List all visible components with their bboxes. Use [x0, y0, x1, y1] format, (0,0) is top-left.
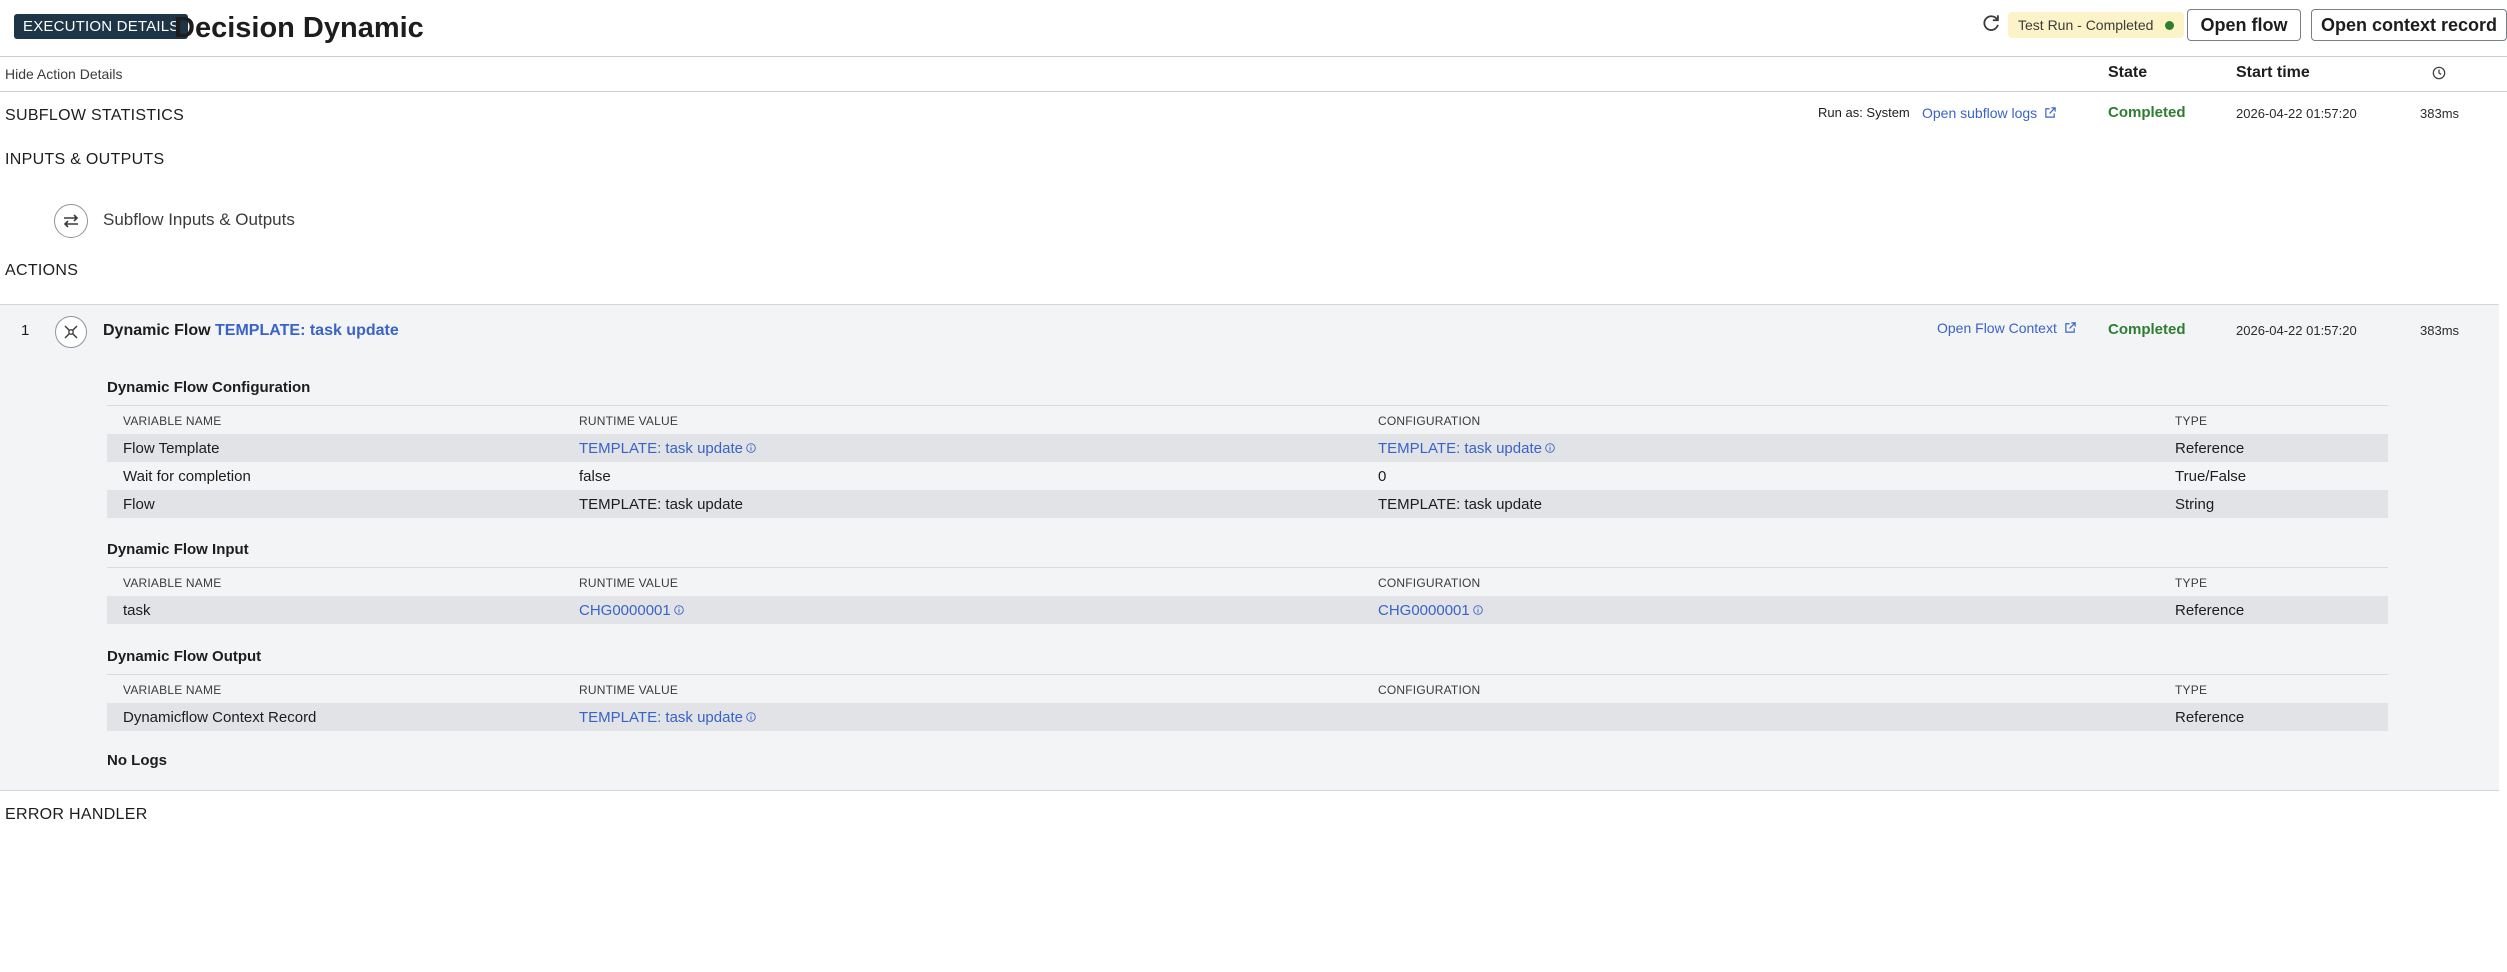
- type-header: TYPE: [2175, 683, 2208, 697]
- clock-icon: [2432, 66, 2446, 80]
- variable-name: Flow: [123, 496, 155, 513]
- table-header: VARIABLE NAME RUNTIME VALUE CONFIGURATIO…: [107, 674, 2388, 703]
- variable-name: Dynamicflow Context Record: [123, 709, 317, 726]
- info-icon[interactable]: [746, 712, 756, 722]
- runtime-value: CHG0000001: [579, 602, 684, 619]
- external-link-icon: [2064, 322, 2076, 333]
- page-title: Decision Dynamic: [174, 12, 424, 44]
- type-value: Reference: [2175, 602, 2245, 619]
- swap-arrows-icon[interactable]: [54, 204, 88, 238]
- execution-details-badge: EXECUTION DETAILS: [14, 14, 189, 39]
- open-subflow-logs-link[interactable]: Open subflow logs: [1922, 105, 2057, 121]
- start-time-column-header: Start time: [2236, 64, 2310, 81]
- error-handler-heading: ERROR HANDLER: [5, 806, 148, 823]
- variable-name: task: [123, 602, 151, 619]
- dynamic-flow-icon: [55, 316, 87, 348]
- configuration-header: CONFIGURATION: [1378, 576, 1481, 590]
- column-header-bar: Hide Action Details State Start time: [0, 57, 2507, 92]
- status-text: Test Run - Completed: [2018, 17, 2154, 33]
- open-flow-button[interactable]: Open flow: [2187, 9, 2301, 41]
- info-icon[interactable]: [746, 443, 756, 453]
- action-title-prefix: Dynamic Flow: [103, 322, 211, 339]
- variable-name: Flow Template: [123, 440, 220, 457]
- action-start-time: 2026-04-22 01:57:20: [2236, 323, 2357, 338]
- info-icon[interactable]: [1545, 443, 1555, 453]
- table-header: VARIABLE NAME RUNTIME VALUE CONFIGURATIO…: [107, 405, 2388, 434]
- swap-arrows-glyph: [63, 214, 79, 228]
- info-icon[interactable]: [1472, 605, 1483, 615]
- dynamic-flow-input-title: Dynamic Flow Input: [107, 541, 249, 558]
- output-table: VARIABLE NAME RUNTIME VALUE CONFIGURATIO…: [107, 674, 2388, 731]
- action-state: Completed: [2108, 321, 2186, 338]
- status-badge: Test Run - Completed: [2008, 12, 2185, 38]
- table-row: Wait for completion false 0 True/False: [107, 462, 2388, 490]
- table-row: task CHG0000001 CHG0000001 Reference: [107, 596, 2388, 624]
- external-link-icon: [2045, 107, 2056, 118]
- runtime-value-header: RUNTIME VALUE: [579, 414, 679, 428]
- subflow-state: Completed: [2108, 104, 2186, 121]
- runtime-value-link[interactable]: TEMPLATE: task update: [579, 709, 743, 726]
- configuration-value: TEMPLATE: task update: [1378, 440, 1555, 457]
- runtime-value-link[interactable]: TEMPLATE: task update: [579, 440, 743, 457]
- actions-heading: ACTIONS: [5, 262, 79, 279]
- type-value: String: [2175, 496, 2215, 513]
- table-row: Flow TEMPLATE: task update TEMPLATE: tas…: [107, 490, 2388, 518]
- runtime-value-link[interactable]: CHG0000001: [579, 602, 671, 619]
- refresh-icon[interactable]: [1980, 12, 2002, 34]
- state-column-header: State: [2108, 64, 2148, 81]
- table-header: VARIABLE NAME RUNTIME VALUE CONFIGURATIO…: [107, 567, 2388, 596]
- open-subflow-logs-label: Open subflow logs: [1922, 105, 2038, 121]
- variable-name-header: VARIABLE NAME: [123, 683, 222, 697]
- type-header: TYPE: [2175, 414, 2208, 428]
- open-flow-context-link[interactable]: Open Flow Context: [1937, 320, 2077, 336]
- table-row: Flow Template TEMPLATE: task update TEMP…: [107, 434, 2388, 462]
- action-title: Dynamic Flow TEMPLATE: task update: [103, 322, 399, 340]
- hide-action-details-link[interactable]: Hide Action Details: [5, 66, 123, 82]
- subflow-duration: 383ms: [2420, 106, 2460, 121]
- action-template-link[interactable]: TEMPLATE: task update: [215, 322, 399, 339]
- no-logs-label: No Logs: [107, 752, 167, 769]
- open-context-record-button[interactable]: Open context record: [2311, 9, 2507, 41]
- subflow-start-time: 2026-04-22 01:57:20: [2236, 106, 2357, 121]
- type-header: TYPE: [2175, 576, 2208, 590]
- runtime-value: TEMPLATE: task update: [579, 440, 756, 457]
- input-table: VARIABLE NAME RUNTIME VALUE CONFIGURATIO…: [107, 567, 2388, 624]
- configuration-value-link[interactable]: CHG0000001: [1378, 602, 1470, 619]
- runtime-value: TEMPLATE: task update: [579, 709, 756, 726]
- configuration-value: TEMPLATE: task update: [1378, 496, 1542, 513]
- variable-name-header: VARIABLE NAME: [123, 414, 222, 428]
- action-duration: 383ms: [2420, 323, 2460, 338]
- table-row: Dynamicflow Context Record TEMPLATE: tas…: [107, 703, 2388, 731]
- configuration-value-link[interactable]: TEMPLATE: task update: [1378, 440, 1542, 457]
- run-as-label: Run as: System: [1818, 105, 1910, 120]
- action-number: 1: [21, 322, 30, 339]
- dynamic-flow-configuration-title: Dynamic Flow Configuration: [107, 379, 311, 396]
- dynamic-flow-glyph: [64, 325, 78, 339]
- subflow-statistics-heading: SUBFLOW STATISTICS: [5, 107, 185, 124]
- runtime-value-header: RUNTIME VALUE: [579, 683, 679, 697]
- subflow-inputs-outputs-item[interactable]: Subflow Inputs & Outputs: [103, 210, 295, 230]
- runtime-value-header: RUNTIME VALUE: [579, 576, 679, 590]
- status-dot-icon: [2165, 20, 2175, 30]
- header: EXECUTION DETAILS Decision Dynamic Test …: [0, 0, 2507, 57]
- configuration-table: VARIABLE NAME RUNTIME VALUE CONFIGURATIO…: [107, 405, 2388, 518]
- type-value: True/False: [2175, 468, 2247, 485]
- variable-name-header: VARIABLE NAME: [123, 576, 222, 590]
- inputs-outputs-heading: INPUTS & OUTPUTS: [5, 151, 165, 168]
- configuration-value: 0: [1378, 468, 1387, 485]
- info-icon[interactable]: [673, 605, 684, 615]
- type-value: Reference: [2175, 440, 2245, 457]
- open-flow-context-label: Open Flow Context: [1937, 320, 2057, 336]
- type-value: Reference: [2175, 709, 2245, 726]
- configuration-header: CONFIGURATION: [1378, 414, 1481, 428]
- action-item-panel: 1 Dynamic Flow TEMPLATE: task update Ope…: [0, 304, 2499, 791]
- configuration-header: CONFIGURATION: [1378, 683, 1481, 697]
- variable-name: Wait for completion: [123, 468, 251, 485]
- runtime-value: false: [579, 468, 611, 485]
- dynamic-flow-output-title: Dynamic Flow Output: [107, 648, 262, 665]
- runtime-value: TEMPLATE: task update: [579, 496, 743, 513]
- configuration-value: CHG0000001: [1378, 602, 1483, 619]
